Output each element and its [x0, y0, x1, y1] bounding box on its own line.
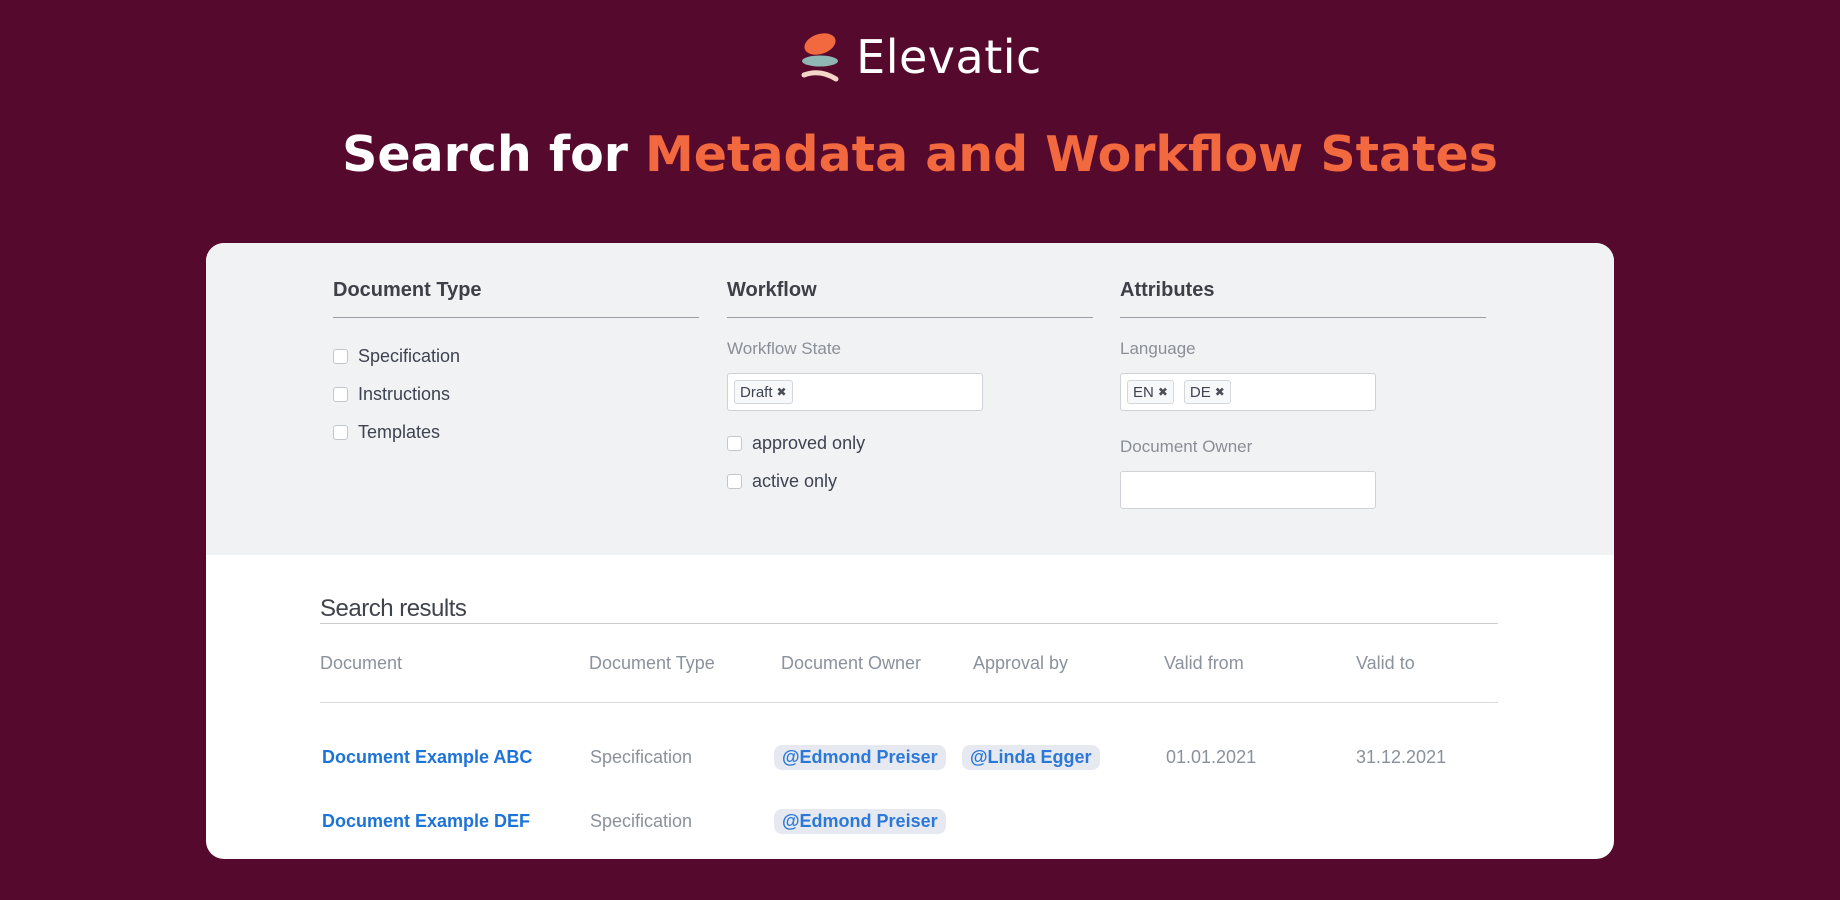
checkbox-label: Templates: [358, 421, 441, 442]
approved-only-toggle[interactable]: approved only: [727, 424, 1093, 462]
filter-panel: Document Type Specification Instructions…: [206, 243, 1614, 555]
divider: [320, 623, 1498, 624]
checkbox[interactable]: [333, 348, 348, 364]
remove-tag-icon[interactable]: ✖: [1215, 385, 1225, 399]
workflow-filter: Workflow Workflow State Draft ✖ approved…: [727, 279, 1093, 500]
valid-to-cell: 31.12.2021: [1356, 747, 1447, 767]
brand-name: Elevatic: [856, 30, 1042, 84]
search-card: Document Type Specification Instructions…: [206, 243, 1614, 859]
checkbox[interactable]: [333, 424, 348, 440]
valid-from-cell: 01.01.2021: [1166, 747, 1257, 767]
document-type-filter: Document Type Specification Instructions…: [333, 279, 699, 451]
approval-mention[interactable]: @Linda Egger: [962, 745, 1100, 770]
document-owner-label: Document Owner: [1120, 437, 1253, 456]
page-title: Search for Metadata and Workflow States: [0, 126, 1840, 183]
document-owner-input[interactable]: [1120, 471, 1376, 509]
checkbox[interactable]: [727, 473, 742, 489]
page-title-prefix: Search for: [342, 126, 628, 183]
remove-tag-icon[interactable]: ✖: [777, 385, 787, 399]
document-type-title: Document Type: [333, 279, 699, 318]
language-input[interactable]: EN ✖ DE ✖: [1120, 373, 1376, 411]
column-header-document: Document: [320, 653, 403, 673]
remove-tag-icon[interactable]: ✖: [1158, 385, 1168, 399]
elevatic-logo-icon: [798, 31, 842, 83]
column-header-valid-from: Valid from: [1164, 653, 1244, 673]
page-title-accent: Metadata and Workflow States: [645, 126, 1498, 183]
language-tag-en: EN ✖: [1127, 380, 1174, 404]
active-only-toggle[interactable]: active only: [727, 462, 1093, 500]
owner-mention[interactable]: @Edmond Preiser: [774, 745, 946, 770]
checkbox[interactable]: [333, 386, 348, 402]
tag-label: Draft: [740, 383, 773, 401]
workflow-title: Workflow: [727, 279, 1093, 318]
document-type-cell: Specification: [590, 811, 693, 831]
tag-label: DE: [1189, 383, 1211, 401]
checkbox-label: Specification: [358, 345, 461, 366]
checkbox-label: approved only: [752, 432, 866, 453]
checkbox-label: Instructions: [358, 383, 451, 404]
column-header-document-owner: Document Owner: [781, 653, 922, 673]
column-header-document-type: Document Type: [589, 653, 715, 673]
checkbox[interactable]: [727, 435, 742, 451]
tag-label: EN: [1133, 383, 1154, 401]
divider: [320, 702, 1498, 703]
attributes-filter: Attributes Language EN ✖ DE ✖ Document O…: [1120, 279, 1486, 509]
document-type-cell: Specification: [590, 747, 693, 767]
owner-mention[interactable]: @Edmond Preiser: [774, 809, 946, 834]
language-tag-de: DE ✖: [1183, 380, 1231, 404]
document-type-option-templates[interactable]: Templates: [333, 413, 699, 451]
brand-header: Elevatic: [0, 26, 1840, 88]
workflow-state-label: Workflow State: [727, 339, 842, 358]
search-results-title: Search results: [320, 595, 467, 622]
workflow-state-input[interactable]: Draft ✖: [727, 373, 983, 411]
workflow-state-tag-draft: Draft ✖: [734, 380, 793, 404]
language-label: Language: [1120, 339, 1196, 358]
document-type-option-specification[interactable]: Specification: [333, 337, 699, 375]
checkbox-label: active only: [752, 470, 838, 491]
document-link[interactable]: Document Example DEF: [322, 811, 530, 832]
attributes-title: Attributes: [1120, 279, 1486, 318]
column-header-approval-by: Approval by: [973, 653, 1069, 673]
document-link[interactable]: Document Example ABC: [322, 747, 532, 768]
column-header-valid-to: Valid to: [1356, 653, 1415, 673]
document-type-option-instructions[interactable]: Instructions: [333, 375, 699, 413]
